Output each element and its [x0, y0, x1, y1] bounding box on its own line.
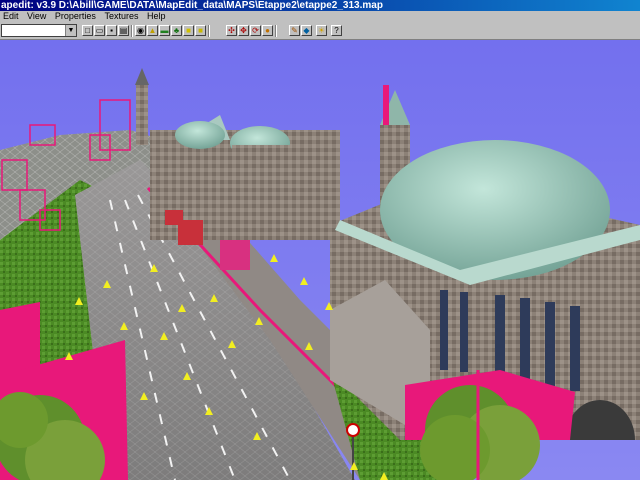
menu-edit[interactable]: Edit [0, 11, 22, 22]
map-selector-combo[interactable]: ▼ [1, 24, 77, 37]
sun-icon[interactable]: ☀ [316, 25, 327, 36]
window-title: apedit: v3.9 D:\Abill\GAME\DATA\MapEdit_… [1, 0, 383, 11]
rotate-icon[interactable]: ⟳ [250, 25, 261, 36]
dome-far [175, 121, 225, 149]
pencil-icon[interactable]: ✎ [289, 25, 300, 36]
toolbar-separator [131, 25, 133, 37]
copy-icon[interactable]: ▤ [118, 25, 129, 36]
texture-icon[interactable]: ■ [195, 25, 206, 36]
help-icon[interactable]: ? [331, 25, 342, 36]
menu-bar: Edit View Properties Textures Help [0, 11, 640, 22]
tree-icon[interactable]: ♣ [171, 25, 182, 36]
cone-icon[interactable]: ▲ [147, 25, 158, 36]
grass-icon[interactable]: ▬ [159, 25, 170, 36]
title-bar: apedit: v3.9 D:\Abill\GAME\DATA\MapEdit_… [0, 0, 640, 11]
toolbar: ▼ □ ▭ ▪ ▤ ◉ ▲ ▬ ♣ ■ ■ ✣ ✥ ⟳ ● ✎ ◆ ☀ ? [0, 22, 640, 40]
new-icon[interactable]: □ [82, 25, 93, 36]
palette-icon[interactable]: ◆ [301, 25, 312, 36]
open-icon[interactable]: ▭ [94, 25, 105, 36]
tower-far [136, 85, 148, 145]
toolbar-separator [208, 25, 210, 37]
split-icon[interactable]: ✣ [226, 25, 237, 36]
toolbar-separator [275, 25, 277, 37]
3d-viewport[interactable] [0, 40, 640, 480]
arrows-icon[interactable]: ✥ [238, 25, 249, 36]
chevron-down-icon[interactable]: ▼ [65, 25, 76, 36]
traffic-sign [346, 423, 360, 437]
menu-textures[interactable]: Textures [101, 11, 141, 22]
view-icon[interactable]: ◉ [135, 25, 146, 36]
menu-help[interactable]: Help [144, 11, 169, 22]
menu-view[interactable]: View [24, 11, 49, 22]
save-icon[interactable]: ▪ [106, 25, 117, 36]
cube-icon[interactable]: ■ [183, 25, 194, 36]
bulb-icon[interactable]: ● [262, 25, 273, 36]
scene-render [0, 40, 640, 480]
menu-properties[interactable]: Properties [52, 11, 99, 22]
